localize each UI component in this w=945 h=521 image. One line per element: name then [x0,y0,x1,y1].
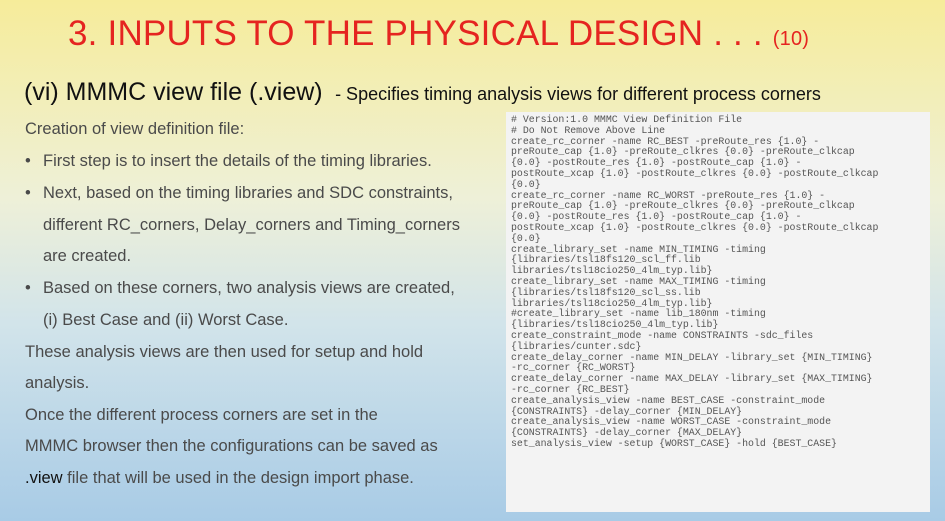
code-line: {0.0} [511,178,541,190]
bullet-3-line-1: Based on these corners, two analysis vie… [43,279,455,297]
intro-text: Creation of view definition file: [25,120,245,138]
bullet-dot: • [25,152,31,170]
bullet-dot: • [25,184,31,202]
code-line: postRoute_xcap {1.0} -postRoute_clkres {… [511,167,879,179]
bullet-dot: • [25,279,31,297]
bullet-1-line-1: First step is to insert the details of t… [43,152,432,170]
code-line: {libraries/cunter.sdc} [511,340,642,352]
slide-subtitle: (vi) MMMC view file (.view) - Specifies … [24,78,821,107]
para2-line-3-rest: file that will be used in the design imp… [62,469,414,487]
para2-line-1: Once the different process corners are s… [25,406,378,424]
bullet-3-line-2: (i) Best Case and (ii) Worst Case. [43,311,289,329]
code-line: # Do Not Remove Above Line [511,124,666,136]
slide-title-text: 3. INPUTS TO THE PHYSICAL DESIGN . . . [68,14,763,53]
code-line: postRoute_xcap {1.0} -postRoute_clkres {… [511,221,879,233]
para1-line-2: analysis. [25,374,90,392]
subtitle-description: - Specifies timing analysis views for di… [335,84,821,104]
code-line: create_analysis_view -name BEST_CASE -co… [511,394,826,406]
code-line: {libraries/tsl18fs120_scl_ss.lib [511,286,701,298]
code-line: set_analysis_view -setup {WORST_CASE} -h… [511,437,837,449]
code-line: {0.0} [511,232,541,244]
slide-number: (10) [772,28,810,50]
view-extension: .view [25,469,63,487]
bullet-2-line-2: different RC_corners, Delay_corners and … [43,216,460,234]
view-file-code-block: # Version:1.0 MMMC View Definition File #… [506,112,930,512]
para1-line-1: These analysis views are then used for s… [25,343,424,361]
bullet-2-line-3: are created. [43,247,132,265]
bullet-2-line-1: Next, based on the timing libraries and … [43,184,453,202]
para2-line-3: .view file that will be used in the desi… [25,469,414,488]
subtitle-main: (vi) MMMC view file (.view) [24,78,323,106]
slide-title: 3. INPUTS TO THE PHYSICAL DESIGN . . . (… [68,14,809,54]
para2-line-2: MMMC browser then the configurations can… [25,437,438,455]
